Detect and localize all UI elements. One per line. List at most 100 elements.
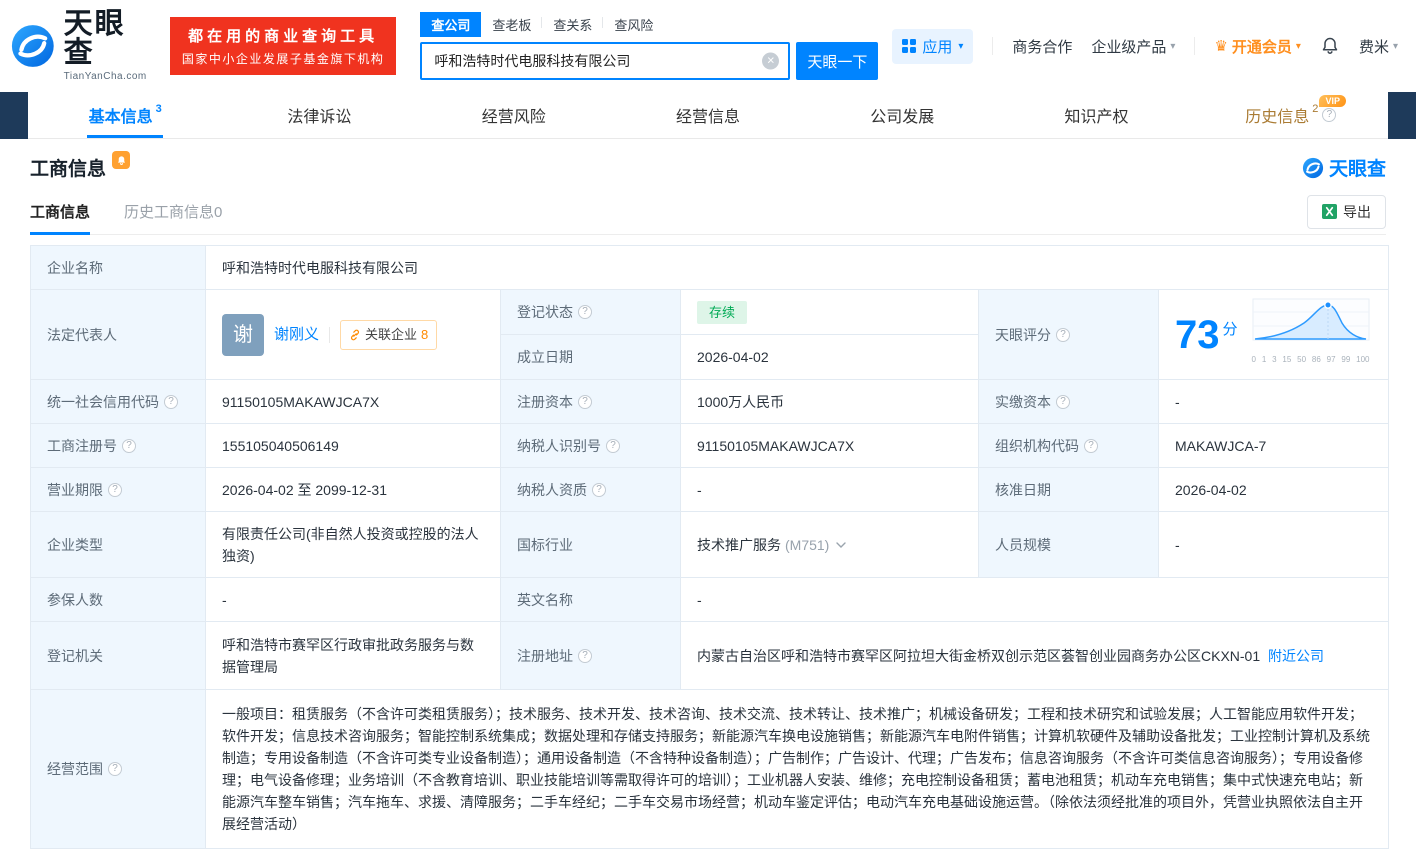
- nearby-companies-link[interactable]: 附近公司: [1268, 648, 1324, 664]
- enterprise-products-menu[interactable]: 企业级产品 ▾: [1091, 36, 1175, 57]
- chevron-down-icon: ▾: [1170, 41, 1175, 52]
- field-label: 经营范围: [47, 758, 103, 780]
- reg-authority-label-cell: 登记机关: [31, 622, 206, 690]
- reg-address-label-cell: 注册地址 ?: [501, 622, 681, 690]
- info-icon[interactable]: ?: [108, 483, 122, 497]
- score-chart-ticks: 0 1 3 15 50 86 97 99 100: [1252, 349, 1370, 371]
- business-scope-value: 一般项目：租赁服务（不含许可类租赁服务）；技术服务、技术开发、技术咨询、技术交流…: [206, 690, 1389, 849]
- tick-label: 1: [1262, 349, 1266, 371]
- clear-search-icon[interactable]: ×: [762, 53, 779, 70]
- tick-label: 97: [1327, 349, 1336, 371]
- tab-history-info[interactable]: VIP 历史信息 2 ?: [1194, 92, 1388, 138]
- search-input[interactable]: [422, 53, 788, 69]
- crown-icon: ♛: [1214, 39, 1227, 54]
- info-icon[interactable]: ?: [578, 395, 592, 409]
- search-input-wrap: ×: [420, 42, 790, 80]
- search-button[interactable]: 天眼一下: [796, 42, 878, 80]
- tick-label: 50: [1297, 349, 1306, 371]
- tab-label: 知识产权: [1065, 103, 1129, 127]
- field-label: 纳税人识别号: [517, 435, 601, 457]
- info-icon[interactable]: ?: [606, 439, 620, 453]
- tick-label: 100: [1356, 349, 1369, 371]
- staff-size-value: -: [1159, 512, 1389, 578]
- info-icon[interactable]: ?: [1084, 439, 1098, 453]
- export-button[interactable]: 导出: [1307, 195, 1386, 229]
- banner-line1: 都在用的商业查询工具: [182, 25, 385, 46]
- info-icon[interactable]: ?: [164, 395, 178, 409]
- search-tab-boss[interactable]: 查老板: [481, 12, 542, 37]
- tab-basic-info[interactable]: 基本信息 3: [28, 92, 222, 138]
- logo-subtitle: TianYanCha.com: [64, 71, 156, 82]
- legal-rep-name-link[interactable]: 谢刚义: [274, 324, 319, 346]
- watermark-label: 天眼查: [1329, 154, 1386, 181]
- tianyancha-watermark: 天眼查: [1302, 154, 1386, 181]
- search-tab-risk[interactable]: 查风险: [603, 12, 664, 37]
- tick-label: 86: [1312, 349, 1321, 371]
- table-row: 企业名称 呼和浩特时代电服科技有限公司: [31, 246, 1389, 290]
- tick-label: 99: [1341, 349, 1350, 371]
- staff-size-label-cell: 人员规模: [979, 512, 1159, 578]
- business-scope-label-cell: 经营范围 ?: [31, 690, 206, 849]
- tab-operating-info[interactable]: 经营信息: [611, 92, 805, 138]
- enterprise-label: 企业级产品: [1091, 36, 1166, 57]
- field-label: 法定代表人: [47, 324, 117, 346]
- tick-label: 3: [1272, 349, 1276, 371]
- field-label: 核准日期: [995, 479, 1051, 501]
- reg-authority-value: 呼和浩特市赛罕区行政审批政务服务与数据管理局: [206, 622, 501, 690]
- top-header: 天眼查 TianYanCha.com 都在用的商业查询工具 国家中小企业发展子基…: [0, 0, 1416, 92]
- info-icon[interactable]: ?: [578, 305, 592, 319]
- info-icon[interactable]: ?: [122, 439, 136, 453]
- tab-intellectual-property[interactable]: 知识产权: [999, 92, 1193, 138]
- legal-rep-value-cell: 谢 谢刚义 关联企业 8: [206, 290, 501, 380]
- industry-code: (M751): [785, 534, 829, 556]
- chevron-down-icon: ▾: [1296, 41, 1301, 52]
- tab-count: 2: [1312, 103, 1318, 115]
- apps-menu[interactable]: 应用 ▾: [892, 29, 973, 64]
- tab-company-development[interactable]: 公司发展: [805, 92, 999, 138]
- search-tab-relation[interactable]: 查关系: [542, 12, 603, 37]
- tab-label: 公司发展: [870, 103, 934, 127]
- table-row: 工商注册号 ? 155105040506149 纳税人识别号 ? 9115010…: [31, 424, 1389, 468]
- paid-capital-value: -: [1159, 380, 1389, 424]
- industry-value-cell: 技术推广服务 (M751): [681, 512, 979, 578]
- field-label: 参保人数: [47, 589, 103, 611]
- subscribe-bell-icon[interactable]: [112, 151, 130, 169]
- tab-legal-proceedings[interactable]: 法律诉讼: [222, 92, 416, 138]
- apps-label: 应用: [922, 36, 952, 57]
- subtab-business-info[interactable]: 工商信息: [30, 189, 90, 234]
- field-label: 人员规模: [995, 534, 1051, 556]
- paid-capital-label-cell: 实缴资本 ?: [979, 380, 1159, 424]
- info-icon[interactable]: ?: [1322, 108, 1336, 122]
- company-name-value: 呼和浩特时代电服科技有限公司: [206, 246, 1389, 290]
- score-value-cell: 73 分 0 1: [1159, 290, 1389, 380]
- notifications-button[interactable]: [1320, 36, 1340, 56]
- related-companies-button[interactable]: 关联企业 8: [340, 320, 437, 350]
- search-tab-company[interactable]: 查公司: [420, 12, 481, 37]
- tab-operating-risk[interactable]: 经营风险: [417, 92, 611, 138]
- chevron-down-icon: ▾: [958, 41, 963, 52]
- info-icon[interactable]: ?: [592, 483, 606, 497]
- table-row: 经营范围 ? 一般项目：租赁服务（不含许可类租赁服务）；技术服务、技术开发、技术…: [31, 690, 1389, 849]
- subtab-history-business-info[interactable]: 历史工商信息0: [124, 189, 222, 234]
- open-vip-menu[interactable]: ♛ 开通会员 ▾: [1214, 36, 1301, 57]
- info-icon[interactable]: ?: [1056, 395, 1070, 409]
- info-icon[interactable]: ?: [578, 649, 592, 663]
- divider: [329, 327, 330, 343]
- site-logo[interactable]: 天眼查 TianYanCha.com: [10, 10, 156, 82]
- banner-line2: 国家中小企业发展子基金旗下机构: [182, 50, 385, 67]
- user-menu[interactable]: 费米 ▾: [1359, 36, 1398, 57]
- search-row: × 天眼一下: [420, 42, 878, 80]
- field-label: 天眼评分: [995, 324, 1051, 346]
- reg-number-value: 155105040506149: [206, 424, 501, 468]
- chevron-down-icon[interactable]: [836, 542, 846, 548]
- info-icon[interactable]: ?: [108, 762, 122, 776]
- nav-divider: [1194, 37, 1195, 55]
- reg-address-value: 内蒙古自治区呼和浩特市赛罕区阿拉坦大街金桥双创示范区荟智创业园商务办公区CKXN…: [697, 648, 1260, 664]
- taxpayer-id-value: 91150105MAKAWJCA7X: [681, 424, 979, 468]
- business-cooperation-link[interactable]: 商务合作: [1012, 36, 1072, 57]
- info-icon[interactable]: ?: [1056, 328, 1070, 342]
- main-tabbar: 基本信息 3 法律诉讼 经营风险 经营信息 公司发展 知识产权 VIP 历史信息…: [0, 92, 1416, 139]
- status-badge: 存续: [697, 301, 747, 324]
- legal-rep-avatar[interactable]: 谢: [222, 314, 264, 356]
- tab-label: 经营风险: [482, 103, 546, 127]
